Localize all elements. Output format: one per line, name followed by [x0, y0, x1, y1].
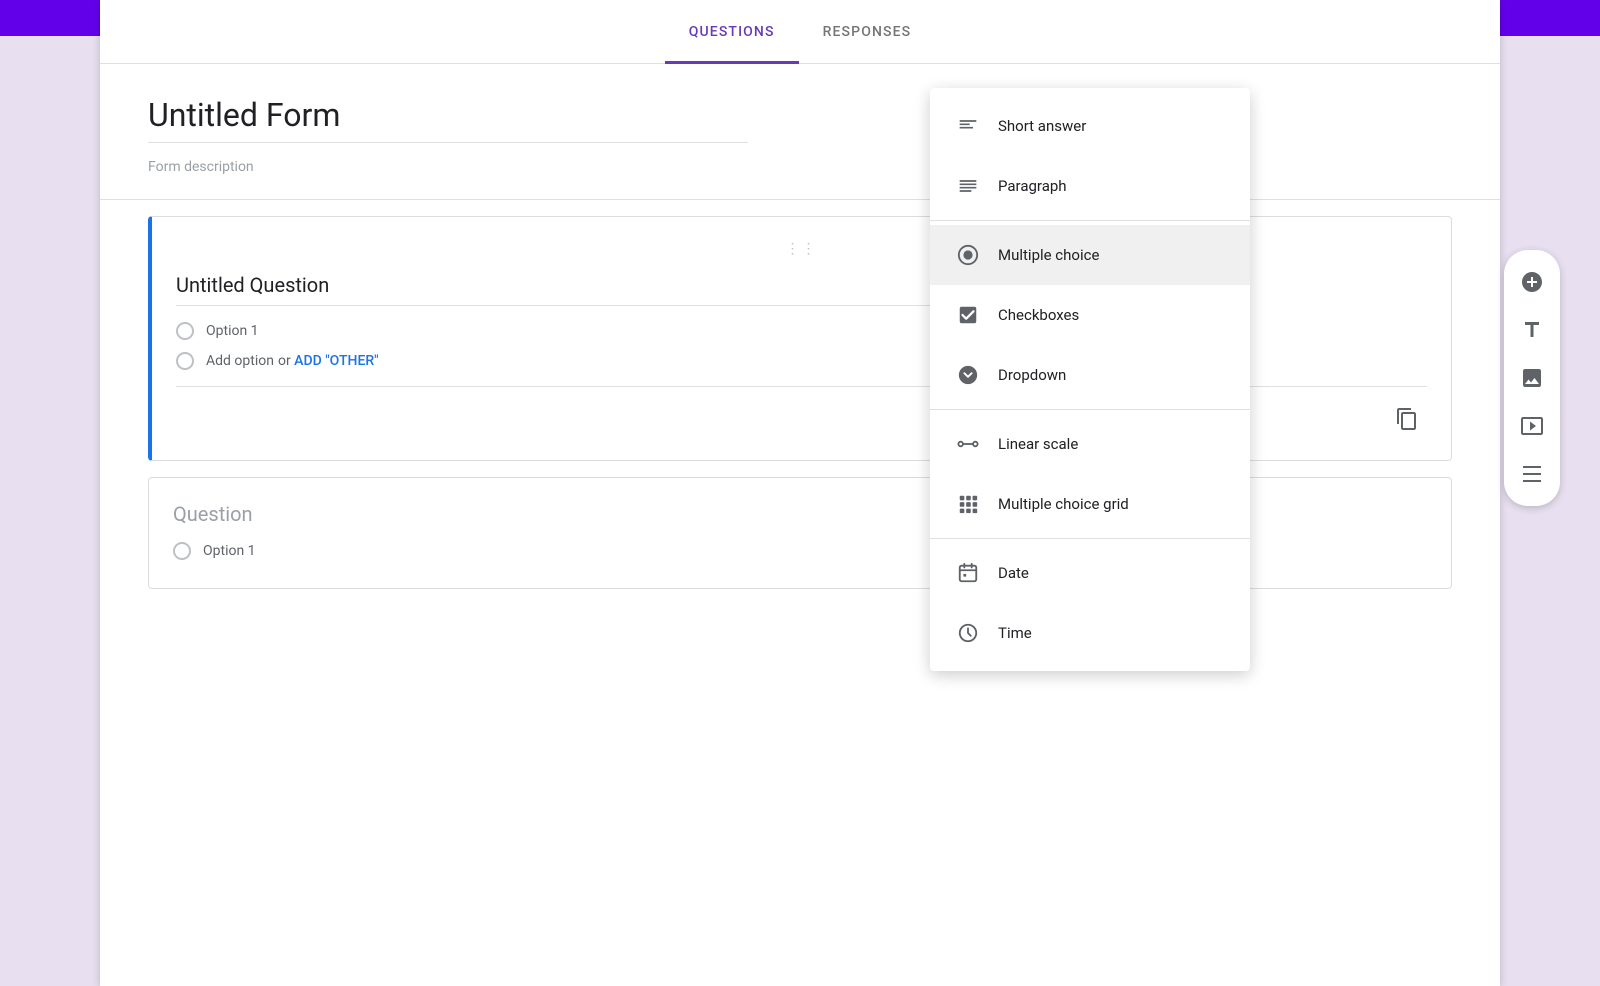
multiple-choice-icon: [950, 237, 986, 273]
menu-item-dropdown[interactable]: Dropdown: [930, 345, 1250, 405]
menu-item-short-answer[interactable]: Short answer: [930, 96, 1250, 156]
form-description[interactable]: Form description: [148, 159, 1452, 175]
tabs-bar: QUESTIONS RESPONSES: [100, 0, 1500, 64]
add-option-text[interactable]: Add option: [206, 353, 274, 369]
form-title[interactable]: Untitled Form: [148, 96, 748, 143]
add-title-button[interactable]: [1512, 310, 1552, 350]
linear-scale-icon: [950, 426, 986, 462]
dropdown-menu: Short answer Paragraph Multiple choice: [930, 88, 1250, 671]
menu-item-multiple-choice-grid[interactable]: Multiple choice grid: [930, 474, 1250, 534]
add-image-button[interactable]: [1512, 358, 1552, 398]
radio-option-2: [173, 542, 191, 560]
checkboxes-icon: [950, 297, 986, 333]
dropdown-icon: [950, 357, 986, 393]
question-title[interactable]: Untitled Question: [176, 273, 1052, 306]
menu-divider-2: [930, 409, 1250, 410]
date-icon: [950, 555, 986, 591]
radio-add: [176, 352, 194, 370]
menu-item-linear-scale[interactable]: Linear scale: [930, 414, 1250, 474]
copy-icon[interactable]: [1387, 399, 1427, 444]
paragraph-icon: [950, 168, 986, 204]
question-card-2: Question Option 1: [148, 477, 1452, 589]
or-text: or: [278, 353, 291, 369]
right-toolbar: [1504, 250, 1560, 506]
menu-item-paragraph[interactable]: Paragraph: [930, 156, 1250, 216]
main-container: QUESTIONS RESPONSES Untitled Form Form d…: [100, 0, 1500, 986]
question-card-1: ⋮⋮ Untitled Question Option 1 Add option…: [148, 216, 1452, 461]
menu-divider-1: [930, 220, 1250, 221]
menu-divider-3: [930, 538, 1250, 539]
time-icon: [950, 615, 986, 651]
radio-option-1: [176, 322, 194, 340]
multiple-choice-grid-icon: [950, 486, 986, 522]
form-header: Untitled Form Form description: [100, 64, 1500, 200]
menu-item-time[interactable]: Time: [930, 603, 1250, 663]
menu-item-checkboxes[interactable]: Checkboxes: [930, 285, 1250, 345]
tab-questions[interactable]: QUESTIONS: [665, 0, 799, 64]
tab-responses[interactable]: RESPONSES: [799, 0, 936, 64]
add-other-link[interactable]: ADD "OTHER": [294, 353, 378, 369]
add-video-button[interactable]: [1512, 406, 1552, 446]
add-section-button[interactable]: [1512, 454, 1552, 494]
menu-item-multiple-choice[interactable]: Multiple choice: [930, 225, 1250, 285]
add-question-button[interactable]: [1512, 262, 1552, 302]
menu-item-date[interactable]: Date: [930, 543, 1250, 603]
short-answer-icon: [950, 108, 986, 144]
